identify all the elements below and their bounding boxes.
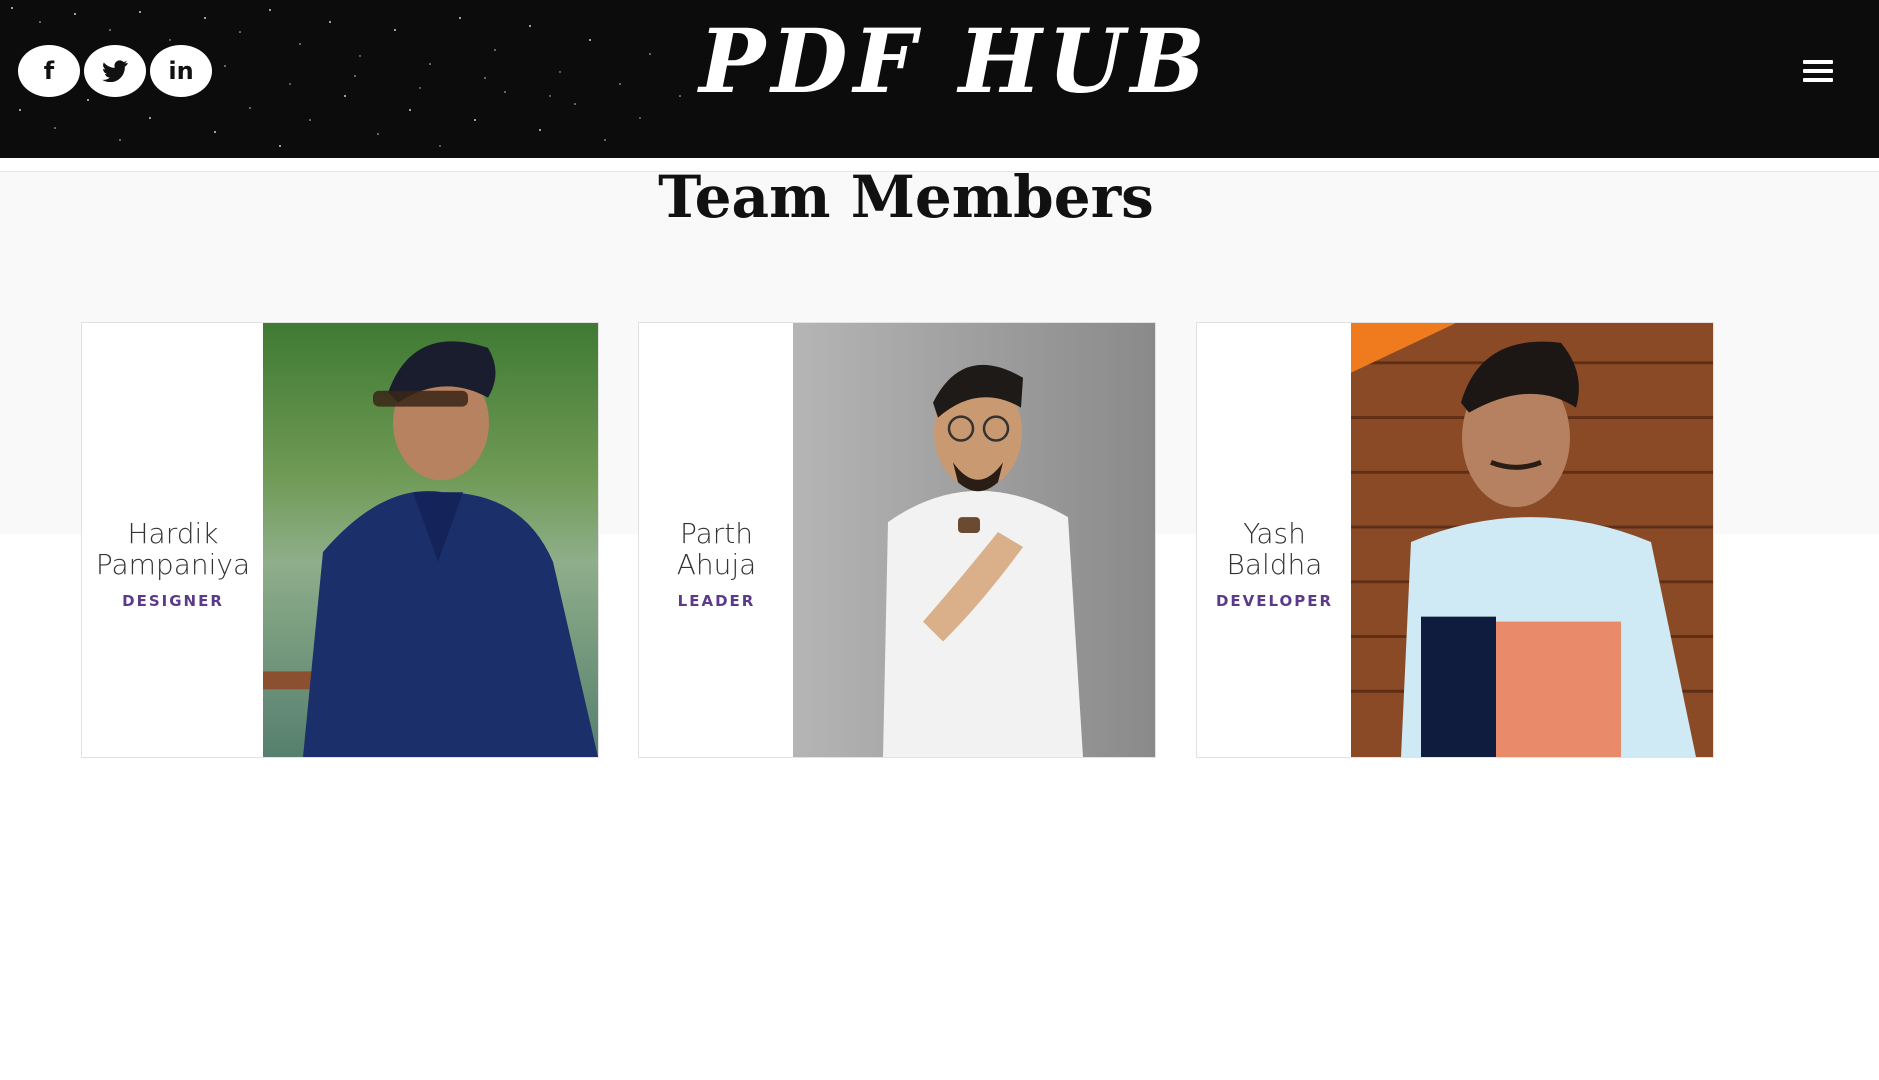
- hamburger-menu-icon[interactable]: [1803, 60, 1833, 82]
- member-first-name: Yash: [1243, 517, 1306, 550]
- site-header: f in PDF HUB: [0, 0, 1879, 158]
- member-last-name: Ahuja: [676, 548, 757, 581]
- menu-bar: [1803, 60, 1833, 64]
- team-card: Parth Ahuja LEADER: [638, 322, 1156, 758]
- social-links: f in: [18, 45, 212, 97]
- menu-bar: [1803, 78, 1833, 82]
- member-first-name: Hardik: [127, 517, 219, 550]
- member-role: DEVELOPER: [1215, 592, 1334, 610]
- member-photo: [263, 323, 598, 757]
- member-role: LEADER: [677, 592, 756, 610]
- member-name: Parth Ahuja: [677, 518, 757, 580]
- twitter-icon[interactable]: [84, 45, 146, 97]
- team-card-info: Yash Baldha DEVELOPER: [1197, 323, 1352, 757]
- member-name: Yash Baldha: [1227, 518, 1323, 580]
- team-card-info: Hardik Pampaniya DESIGNER: [82, 323, 264, 757]
- member-role: DESIGNER: [122, 592, 224, 610]
- team-card: Hardik Pampaniya DESIGNER: [81, 322, 599, 758]
- member-first-name: Parth: [679, 517, 754, 550]
- section-title: Team Members: [658, 163, 1154, 231]
- team-card-info: Parth Ahuja LEADER: [639, 323, 794, 757]
- member-last-name: Baldha: [1226, 548, 1323, 581]
- facebook-icon[interactable]: f: [18, 45, 80, 97]
- team-card: Yash Baldha DEVELOPER: [1196, 322, 1714, 758]
- member-last-name: Pampaniya: [95, 548, 251, 581]
- member-photo: [1351, 323, 1713, 757]
- member-photo: [793, 323, 1155, 757]
- menu-bar: [1803, 69, 1833, 73]
- site-brand-logo[interactable]: PDF HUB: [675, 6, 1235, 116]
- linkedin-icon[interactable]: in: [150, 45, 212, 97]
- member-name: Hardik Pampaniya: [96, 518, 250, 580]
- twitter-bird-glyph: [102, 60, 128, 82]
